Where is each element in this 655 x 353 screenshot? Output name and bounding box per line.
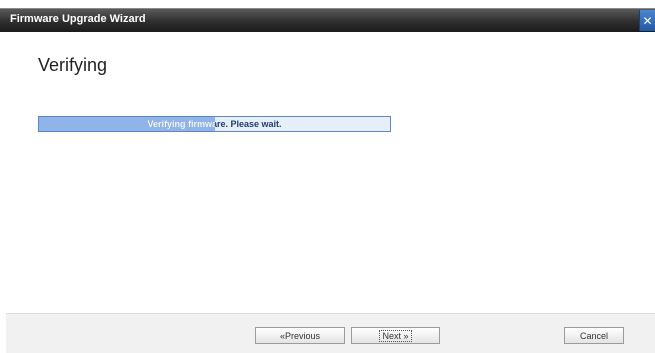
progress-message-overlay-text: Verifying firmware. Please wait. [147, 119, 214, 129]
wizard-footer: «Previous Next » Cancel [6, 313, 655, 353]
previous-button-label: «Previous [279, 330, 321, 341]
progress-message-overlay: Verifying firmware. Please wait. [39, 117, 214, 131]
cancel-button[interactable]: Cancel [564, 327, 624, 344]
previous-button[interactable]: «Previous [255, 327, 345, 344]
title-bar: Firmware Upgrade Wizard ✕ [0, 8, 655, 32]
progress-bar: Verifying firmware. Please wait. Verifyi… [38, 116, 391, 132]
close-button[interactable]: ✕ [639, 10, 655, 31]
close-icon: ✕ [642, 13, 653, 28]
window-title: Firmware Upgrade Wizard [10, 13, 146, 25]
next-button-label: Next » [379, 329, 412, 342]
next-button[interactable]: Next » [351, 327, 440, 344]
cancel-button-label: Cancel [579, 330, 608, 341]
page-title: Verifying [38, 55, 108, 75]
